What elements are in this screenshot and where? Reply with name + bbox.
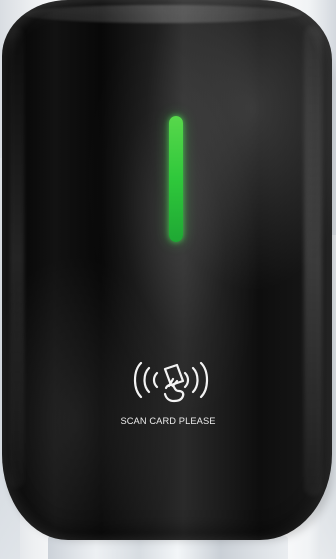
right-edge-highlight (304, 26, 322, 496)
rfid-reader-device: SCAN CARD PLEASE (2, 0, 332, 540)
contactless-card-icon (133, 361, 209, 403)
status-light (169, 116, 183, 242)
top-highlight (22, 5, 302, 23)
scan-card-text: SCAN CARD PLEASE (120, 416, 216, 426)
product-scene: SCAN CARD PLEASE (0, 0, 336, 559)
scan-card-area: SCAN CARD PLEASE (104, 355, 232, 433)
left-edge-highlight (10, 28, 24, 488)
